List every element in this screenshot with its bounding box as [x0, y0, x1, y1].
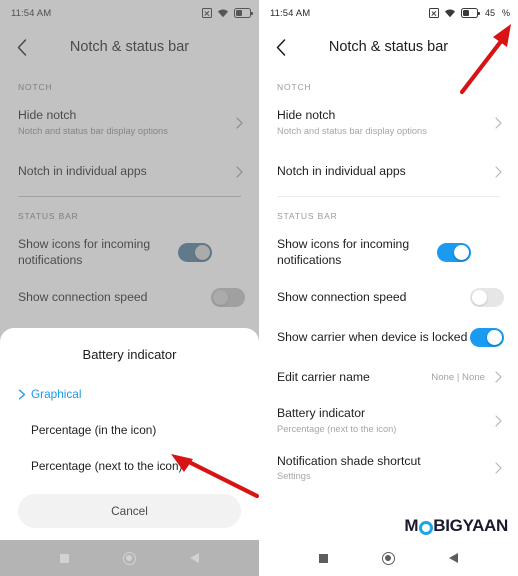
- chevron-right-icon: [493, 117, 504, 129]
- settings-list: NOTCH Hide notch Notch and status bar di…: [0, 68, 259, 317]
- wifi-icon: [217, 8, 229, 18]
- right-phone-screen: 11:54 AM 45 % Notch & status bar NOTCH H…: [259, 0, 518, 576]
- battery-percent-symbol: %: [501, 8, 510, 18]
- dialog-option-percentage-next-to-icon[interactable]: Percentage (next to the icon): [0, 448, 259, 484]
- row-title: Show connection speed: [277, 289, 407, 304]
- section-header-notch: NOTCH: [18, 82, 53, 92]
- no-sim-icon: [428, 8, 439, 18]
- toggle-show-connection-speed[interactable]: [470, 287, 504, 307]
- recents-square-icon[interactable]: [60, 553, 69, 563]
- battery-indicator-dialog: Battery indicator Graphical Percentage (…: [0, 328, 259, 540]
- row-value: None | None: [431, 371, 485, 383]
- row-title: Hide notch: [277, 108, 336, 122]
- chevron-right-icon: [493, 166, 504, 178]
- home-circle-icon[interactable]: [123, 551, 136, 565]
- back-triangle-icon[interactable]: [449, 553, 458, 563]
- recents-square-icon[interactable]: [319, 553, 328, 563]
- row-show-connection-speed[interactable]: Show connection speed: [259, 277, 518, 317]
- toggle-show-carrier-when-locked[interactable]: [470, 327, 504, 347]
- chevron-right-icon: [234, 166, 245, 178]
- section-header-status-bar: STATUS BAR: [18, 211, 79, 222]
- chevron-right-icon: [493, 371, 504, 384]
- battery-percentage-label: 45: [484, 8, 495, 18]
- toggle-show-icons-incoming-notifications[interactable]: [178, 243, 212, 263]
- home-circle-icon[interactable]: [382, 551, 395, 565]
- chevron-right-icon: [234, 117, 245, 129]
- toggle-show-icons-incoming-notifications[interactable]: [437, 243, 471, 263]
- no-sim-icon: [202, 8, 212, 18]
- row-subtitle: Notch and status bar display options: [277, 125, 427, 136]
- app-bar: Notch & status bar: [259, 26, 518, 68]
- row-title: Show icons for incoming notifications: [277, 237, 410, 267]
- status-bar: 11:54 AM: [0, 0, 259, 26]
- wifi-icon: [444, 8, 456, 18]
- status-bar-clock: 11:54 AM: [11, 7, 52, 19]
- row-notification-shade-shortcut[interactable]: Notification shade shortcut Settings: [259, 445, 518, 492]
- row-title: Notch in individual apps: [18, 164, 147, 179]
- dialog-option-percentage-in-icon[interactable]: Percentage (in the icon): [0, 412, 259, 448]
- row-show-carrier-when-locked[interactable]: Show carrier when device is locked: [259, 317, 518, 357]
- section-header-status-bar: STATUS BAR: [277, 211, 338, 222]
- row-title: Battery indicator: [277, 406, 366, 421]
- status-bar: 11:54 AM 45 %: [259, 0, 518, 26]
- row-battery-indicator[interactable]: Battery indicator Percentage (next to th…: [259, 397, 518, 444]
- row-title: Show carrier when device is locked: [277, 329, 468, 344]
- row-title: Notification shade shortcut: [277, 453, 421, 468]
- mobigyaan-watermark: M BIGYAAN: [404, 516, 508, 536]
- section-header-notch: NOTCH: [277, 82, 312, 92]
- row-title: Notch in individual apps: [277, 164, 406, 179]
- row-hide-notch[interactable]: Hide notch Notch and status bar display …: [0, 99, 259, 146]
- chevron-right-icon: [493, 415, 504, 427]
- dialog-option-graphical[interactable]: Graphical: [0, 376, 259, 412]
- row-hide-notch[interactable]: Hide notch Notch and status bar display …: [259, 99, 518, 146]
- check-icon: [18, 389, 31, 400]
- left-phone-screen: 11:54 AM Notch & status bar NOTCH Hide n…: [0, 0, 259, 576]
- cancel-button[interactable]: Cancel: [18, 494, 241, 528]
- row-title: Show icons for incoming notifications: [18, 237, 151, 267]
- toggle-show-connection-speed[interactable]: [211, 287, 245, 307]
- status-bar-icons: 45 %: [428, 8, 510, 18]
- dialog-option-label: Graphical: [31, 387, 82, 401]
- navigation-bar: [259, 540, 518, 576]
- dialog-option-label: Percentage (next to the icon): [31, 459, 183, 473]
- row-title: Hide notch: [18, 108, 77, 122]
- watermark-ring-icon: [418, 521, 433, 535]
- navigation-bar: [0, 540, 259, 576]
- row-subtitle: Notch and status bar display options: [18, 125, 168, 136]
- dialog-option-label: Percentage (in the icon): [31, 423, 157, 437]
- status-bar-icons: [202, 8, 253, 18]
- dialog-title: Battery indicator: [82, 347, 177, 362]
- battery-icon: [234, 8, 253, 18]
- row-title: Edit carrier name: [277, 369, 370, 384]
- app-bar: Notch & status bar: [0, 26, 259, 68]
- battery-icon: [460, 8, 480, 18]
- row-notch-individual-apps[interactable]: Notch in individual apps: [259, 152, 518, 192]
- watermark-text-pre: M: [404, 516, 419, 535]
- row-show-connection-speed[interactable]: Show connection speed: [0, 277, 259, 317]
- row-subtitle: Settings: [277, 471, 311, 482]
- watermark-text-post: BIGYAAN: [433, 516, 508, 535]
- row-show-icons-incoming-notifications[interactable]: Show icons for incoming notifications: [0, 228, 259, 277]
- row-subtitle: Percentage (next to the icon): [277, 424, 397, 435]
- row-notch-individual-apps[interactable]: Notch in individual apps: [0, 152, 259, 192]
- chevron-right-icon: [493, 462, 504, 474]
- row-show-icons-incoming-notifications[interactable]: Show icons for incoming notifications: [259, 228, 518, 277]
- settings-list: NOTCH Hide notch Notch and status bar di…: [259, 68, 518, 492]
- row-edit-carrier-name[interactable]: Edit carrier name None | None: [259, 357, 518, 397]
- back-button[interactable]: [259, 26, 303, 68]
- back-triangle-icon[interactable]: [190, 553, 199, 563]
- status-bar-clock: 11:54 AM: [270, 7, 311, 19]
- dual-screenshot-comparison: 11:54 AM Notch & status bar NOTCH Hide n…: [0, 0, 518, 576]
- row-title: Show connection speed: [18, 289, 148, 304]
- back-button[interactable]: [0, 26, 44, 68]
